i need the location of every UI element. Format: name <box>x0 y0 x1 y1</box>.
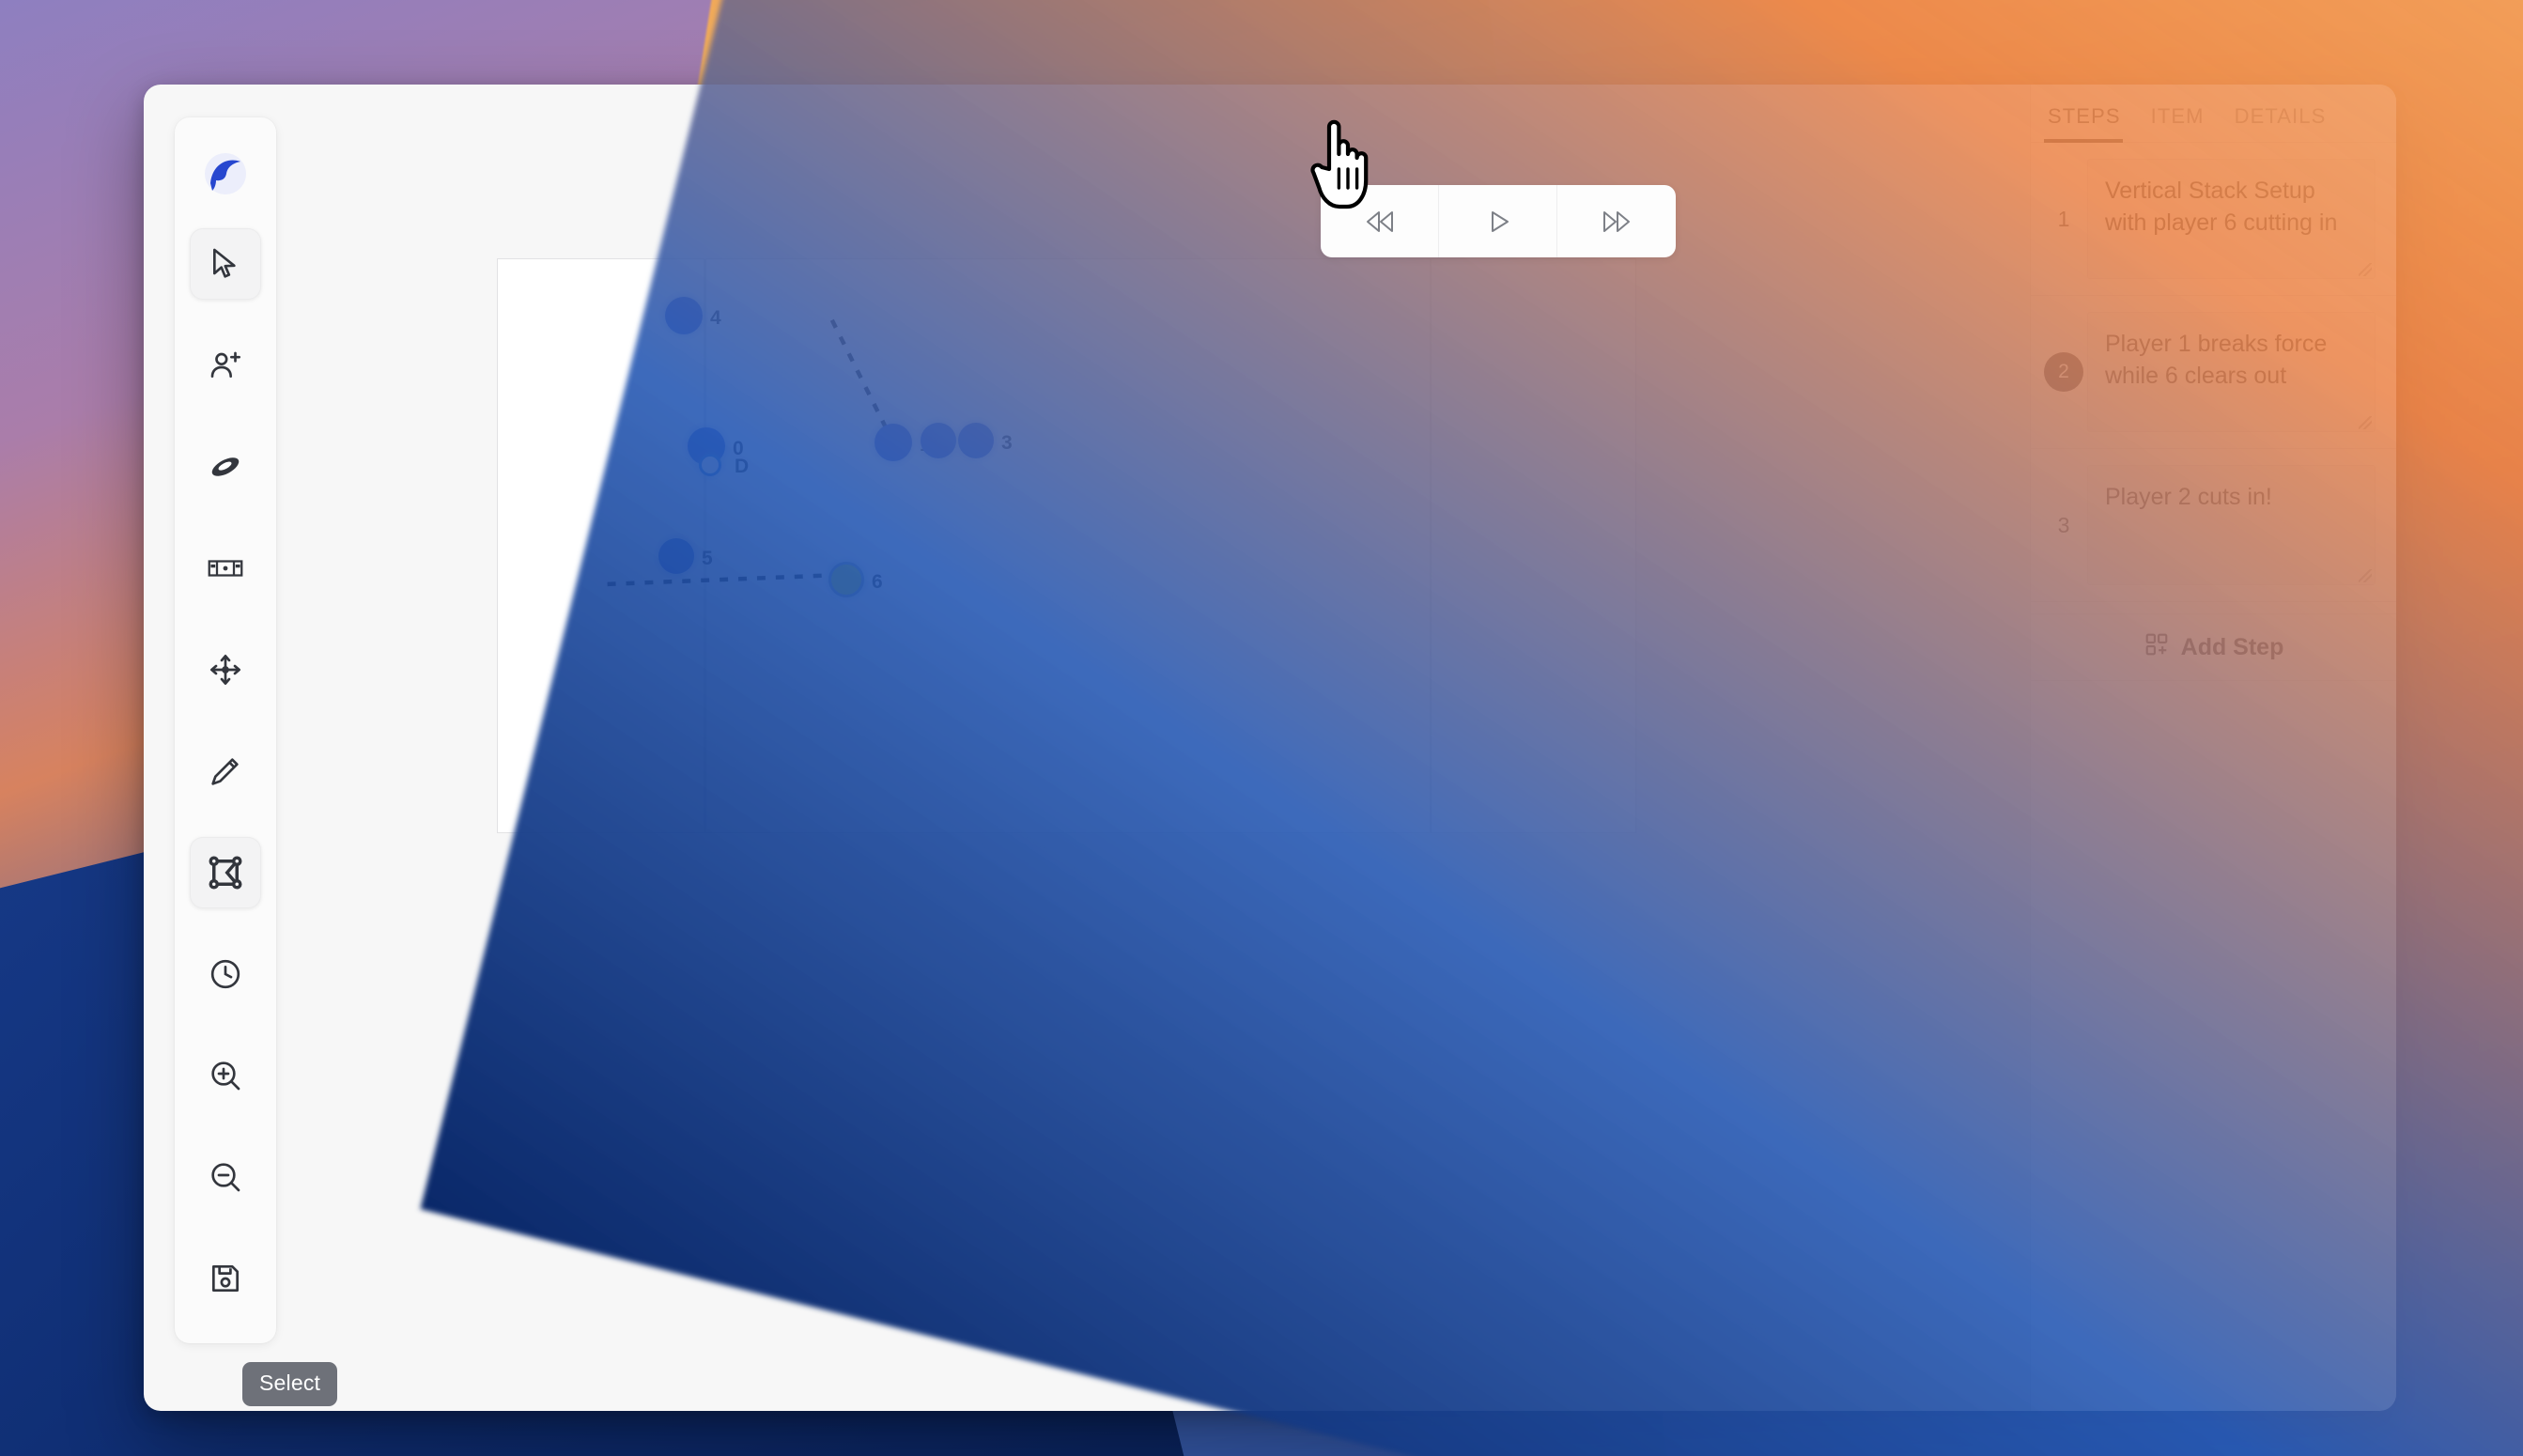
tool-add-player[interactable] <box>190 330 261 401</box>
tab-steps[interactable]: STEPS <box>2044 104 2136 143</box>
fast-forward-icon <box>1597 208 1636 236</box>
play-button[interactable] <box>1439 185 1557 257</box>
movement-path <box>607 572 844 587</box>
disc-token[interactable] <box>699 454 721 476</box>
wallpaper-band <box>462 0 2149 1456</box>
zoom-out-icon <box>207 1158 244 1196</box>
desktop: Select 4 0 5 6 1 2 3 D STEPS ITEM DETAIL… <box>0 0 2523 1456</box>
tool-select[interactable] <box>190 228 261 300</box>
app-logo[interactable] <box>190 138 261 209</box>
transform-box-icon <box>206 853 245 892</box>
player-label-3: 3 <box>1001 432 1013 454</box>
player-token-1[interactable] <box>875 424 912 461</box>
disc-icon <box>207 448 244 486</box>
rewind-button[interactable] <box>1321 185 1439 257</box>
tool-draw[interactable] <box>190 736 261 807</box>
step-text-field[interactable]: Player 2 cuts in! <box>2087 465 2376 585</box>
player-label-0: 0 <box>733 438 744 459</box>
floppy-save-icon <box>208 1261 243 1296</box>
step-text-field[interactable]: Vertical Stack Setup with player 6 cutti… <box>2087 159 2376 279</box>
player-token-6[interactable] <box>828 562 864 597</box>
playback-controls <box>1321 185 1676 257</box>
player-label-5: 5 <box>702 548 713 569</box>
tool-save[interactable] <box>190 1243 261 1314</box>
pencil-icon <box>207 752 244 790</box>
fast-forward-button[interactable] <box>1557 185 1676 257</box>
endzone-line-right <box>1430 259 1432 832</box>
player-token-4[interactable] <box>665 297 703 334</box>
step-number: 1 <box>2057 206 2070 231</box>
tab-item[interactable]: ITEM <box>2147 104 2220 142</box>
add-step-button[interactable]: Add Step <box>2031 613 2396 681</box>
tool-transform[interactable] <box>190 837 261 908</box>
tool-move[interactable] <box>190 634 261 705</box>
endzone-line-left <box>704 259 706 832</box>
player-token-5[interactable] <box>658 538 694 574</box>
movement-paths <box>607 318 893 587</box>
add-person-icon <box>207 347 244 384</box>
add-step-label: Add Step <box>2180 633 2284 660</box>
app-window: Select 4 0 5 6 1 2 3 D STEPS ITEM DETAIL… <box>144 85 2396 1411</box>
step-row[interactable]: 3 Player 2 cuts in! <box>2031 449 2396 602</box>
step-row[interactable]: 1 Vertical Stack Setup with player 6 cutt… <box>2031 143 2396 296</box>
move-arrows-icon <box>207 651 244 689</box>
right-panel: STEPS ITEM DETAILS 1 Vertical Stack Setup… <box>2030 85 2396 1411</box>
step-number: 2 <box>2040 352 2087 392</box>
player-label-6: 6 <box>872 571 883 593</box>
tab-details[interactable]: DETAILS <box>2231 104 2342 142</box>
cursor-arrow-icon <box>207 245 244 283</box>
tool-history[interactable] <box>190 938 261 1010</box>
step-text-field[interactable]: Player 1 breaks force while 6 clears out <box>2087 312 2376 432</box>
disc-label: D <box>735 456 750 477</box>
field-icon <box>206 549 245 588</box>
panel-tabs: STEPS ITEM DETAILS <box>2031 85 2396 143</box>
zoom-in-icon <box>207 1057 244 1094</box>
tool-rail <box>175 117 276 1343</box>
play-icon <box>1481 208 1515 236</box>
tool-tooltip: Select <box>242 1362 338 1406</box>
active-step-badge: 2 <box>2044 352 2083 392</box>
step-row[interactable]: 2 Player 1 breaks force while 6 clears ou… <box>2031 296 2396 449</box>
tool-disc[interactable] <box>190 431 261 503</box>
tool-zoom-out[interactable] <box>190 1141 261 1213</box>
steps-list: 1 Vertical Stack Setup with player 6 cutt… <box>2031 143 2396 602</box>
tool-zoom-in[interactable] <box>190 1040 261 1111</box>
grid-plus-icon <box>2144 631 2170 664</box>
player-label-4: 4 <box>710 307 721 329</box>
wave-logo-icon <box>203 151 248 196</box>
canvas-area[interactable]: 4 0 5 6 1 2 3 D <box>276 85 2030 1411</box>
tool-field[interactable] <box>190 533 261 604</box>
player-token-2[interactable] <box>921 423 956 458</box>
player-token-0[interactable] <box>688 427 725 465</box>
movement-path <box>829 318 893 440</box>
player-label-1: 1 <box>920 434 931 456</box>
field[interactable]: 4 0 5 6 1 2 3 D <box>497 258 1636 833</box>
clock-icon <box>207 955 244 993</box>
player-label-2: 2 <box>964 432 975 454</box>
rewind-icon <box>1360 208 1400 236</box>
player-token-3[interactable] <box>958 423 994 458</box>
step-number: 3 <box>2057 512 2070 537</box>
